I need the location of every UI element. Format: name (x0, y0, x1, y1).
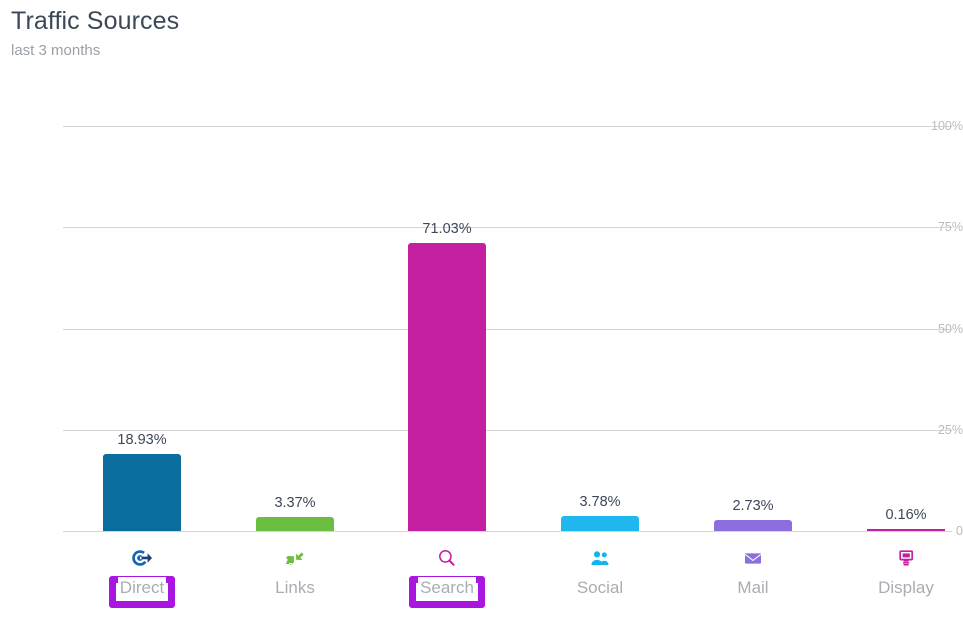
bar-value-label-social: 3.78% (579, 493, 621, 510)
category-search[interactable]: Search (383, 545, 511, 608)
envelope-icon (689, 545, 817, 571)
bar-value-label-display: 0.16% (885, 507, 927, 523)
category-label-social: Social (574, 577, 626, 599)
category-display[interactable]: Display (842, 545, 963, 599)
bar-mail[interactable] (714, 519, 792, 531)
category-label-mail: Mail (735, 577, 771, 599)
link-arrows-icon (231, 545, 359, 571)
category-label-direct: Direct (117, 577, 167, 599)
bar-value-label-direct: 18.93% (117, 432, 167, 449)
bar-value-label-mail: 2.73% (732, 497, 774, 514)
bar-display[interactable] (867, 529, 945, 531)
magnifier-icon (383, 545, 511, 571)
bar-direct[interactable] (103, 454, 181, 531)
display-ad-icon (842, 545, 963, 571)
bar-social[interactable] (561, 515, 639, 531)
category-social[interactable]: Social (536, 545, 664, 599)
target-icon (78, 545, 206, 571)
category-label-links: Links (273, 577, 317, 599)
category-direct[interactable]: Direct (78, 545, 206, 608)
bar-value-label-search: 71.03% (422, 221, 472, 238)
bar-search[interactable] (408, 243, 486, 531)
bar-series: 18.93% 3.37% 71.03% 3.78% 2.73% 0.16% (0, 0, 963, 619)
category-label-search: Search (418, 577, 476, 599)
people-icon (536, 545, 664, 571)
bar-links[interactable] (256, 517, 334, 531)
category-label-display: Display (876, 577, 936, 599)
category-links[interactable]: Links (231, 545, 359, 599)
bar-value-label-links: 3.37% (274, 495, 316, 512)
category-mail[interactable]: Mail (689, 545, 817, 599)
